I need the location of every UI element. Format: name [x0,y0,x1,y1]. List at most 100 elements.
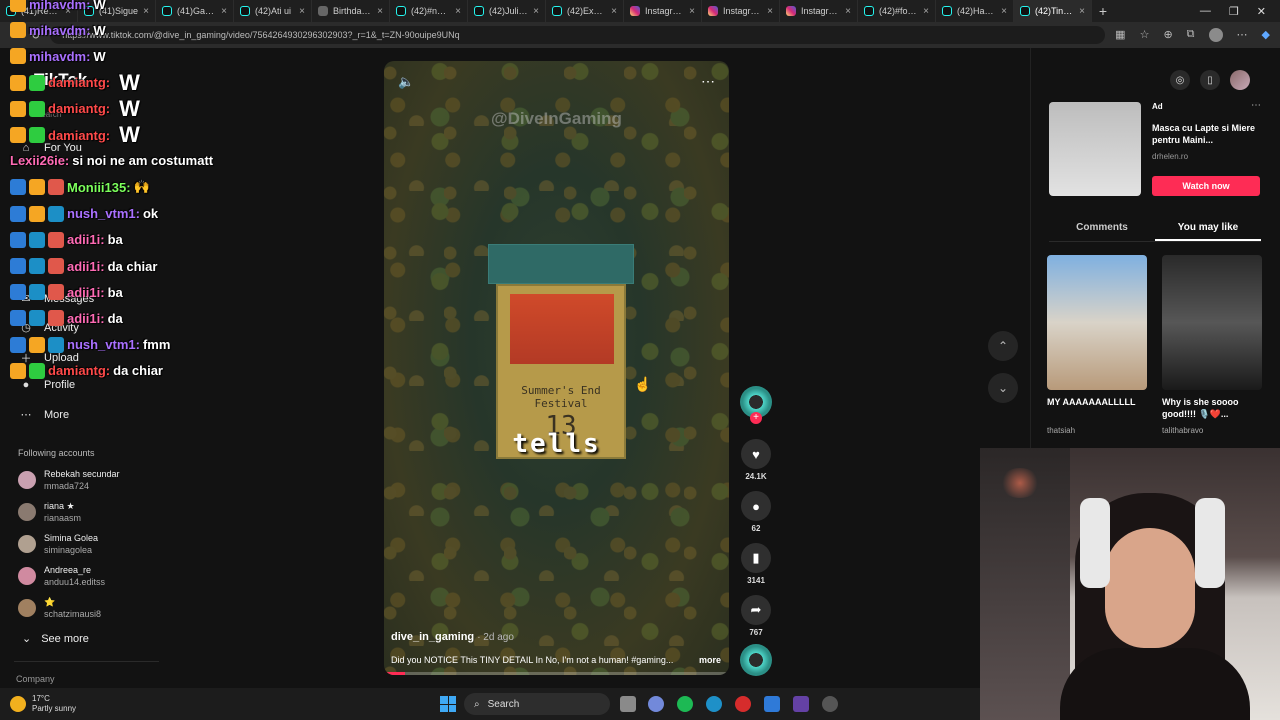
ad-title[interactable]: Masca cu Lapte si Miere pentru Maini... [1152,122,1262,146]
minimize-icon[interactable]: — [1200,5,1211,18]
creator-avatar-button[interactable]: + [738,386,774,424]
recommended-video[interactable]: Why is she soooo good!!!! 🎙️❤️... talith… [1162,255,1262,435]
bookmark-icon[interactable]: ▮ [741,543,771,573]
settings-icon[interactable] [822,696,838,712]
comment-icon[interactable]: ● [741,491,771,521]
close-tab-icon[interactable]: × [689,6,695,17]
favorite-icon[interactable]: ☆ [1140,28,1150,42]
maximize-icon[interactable]: ❐ [1229,5,1239,18]
author-name[interactable]: dive_in_gaming [391,631,474,643]
following-account[interactable]: riana ★ rianaasm [18,500,81,524]
close-tab-icon[interactable]: × [377,6,383,17]
comment-button[interactable]: ● 62 [738,491,774,533]
tab-comments[interactable]: Comments [1049,216,1155,241]
avatar[interactable] [18,599,36,617]
creator-avatar[interactable]: + [740,386,772,424]
video-author[interactable]: dive_in_gaming · 2d ago [391,631,514,643]
browser-tab[interactable]: Instagram × [780,0,858,22]
share-button[interactable]: ➦ 767 [738,595,774,637]
browser-tab[interactable]: (42)Tiny D × [1014,0,1092,22]
previous-video-button[interactable]: ⌃ [988,331,1018,361]
twitch-icon[interactable] [793,696,809,712]
tab-you-may-like[interactable]: You may like [1155,216,1261,241]
profile-avatar[interactable] [1208,28,1223,42]
store-icon[interactable] [764,696,780,712]
description-more-link[interactable]: more [699,655,721,665]
recommended-video[interactable]: MY AAAAAAALLLLL thatsiah [1047,255,1147,435]
like-button[interactable]: ♥ 24.1K [738,439,774,481]
avatar[interactable] [18,503,36,521]
recommended-title[interactable]: MY AAAAAAALLLLL [1047,396,1147,422]
coin-icon[interactable]: ◎ [1170,70,1190,90]
share-icon[interactable]: ➦ [741,595,771,625]
taskbar-search[interactable]: ⌕ Search [464,693,610,715]
discord-icon[interactable] [648,696,664,712]
windows-start-icon[interactable] [440,696,456,712]
chat-username: damiantg: [48,75,111,91]
save-button[interactable]: ▮ 3141 [738,543,774,585]
close-tab-icon[interactable]: × [299,6,305,17]
following-account[interactable]: Rebekah secundar mmada724 [18,468,120,492]
browser-tab[interactable]: (42)Explor × [546,0,624,22]
close-tab-icon[interactable]: × [611,6,617,17]
close-tab-icon[interactable]: × [767,6,773,17]
browser-tab[interactable]: (42)#noim × [390,0,468,22]
close-tab-icon[interactable]: × [533,6,539,17]
company-link[interactable]: Company [16,674,55,684]
recommended-thumbnail[interactable] [1047,255,1147,390]
browser-tab[interactable]: (42)Happy × [936,0,1014,22]
video-options-icon[interactable]: ⋯ [701,73,715,90]
next-video-button[interactable]: ⌄ [988,373,1018,403]
recorder-icon[interactable] [735,696,751,712]
video-progress-bar[interactable] [384,672,729,675]
nav-item-more[interactable]: ⋯ More [18,408,70,422]
video-player[interactable]: @DiveInGaming Summer's End Festival 13 te… [384,61,729,675]
see-more-button[interactable]: ⌄ See more [22,632,89,646]
avatar[interactable] [18,535,36,553]
following-account[interactable]: ⭐ schatzimausi8 [18,596,101,620]
device-icon[interactable]: ▯ [1200,70,1220,90]
reader-icon[interactable]: ▦ [1115,28,1125,42]
following-account[interactable]: Andreea_re anduu14.editss [18,564,105,588]
collections-icon[interactable]: ⧉ [1187,28,1195,42]
sound-disc-icon[interactable] [740,644,772,676]
close-tab-icon[interactable]: × [845,6,851,17]
ad-options-icon[interactable]: ⋯ [1251,100,1261,111]
browser-tab[interactable]: Instagram × [702,0,780,22]
user-avatar[interactable] [1230,70,1250,90]
volume-icon[interactable]: 🔈 [398,74,414,90]
close-tab-icon[interactable]: × [923,6,929,17]
close-tab-icon[interactable]: × [1001,6,1007,17]
heart-icon[interactable]: ♥ [741,439,771,469]
tiktok-favicon-icon [1020,6,1030,16]
recommended-user[interactable]: talithabravo [1162,426,1262,435]
nav-item-profile[interactable]: ● Profile [18,379,76,391]
spotify-icon[interactable] [677,696,693,712]
watch-now-button[interactable]: Watch now [1152,176,1260,196]
ad-thumbnail[interactable] [1049,102,1141,196]
menu-icon[interactable]: ⋯ [1237,28,1248,42]
browser-tab[interactable]: Birthday P × [312,0,390,22]
avatar[interactable] [18,471,36,489]
recommended-title[interactable]: Why is she soooo good!!!! 🎙️❤️... [1162,396,1262,422]
avatar[interactable] [18,567,36,585]
extensions-icon[interactable]: ⊕ [1163,28,1172,42]
close-tab-icon[interactable]: × [455,6,461,17]
new-tab-button[interactable]: + [1092,3,1114,19]
following-account[interactable]: Simina Golea siminagolea [18,532,98,556]
task-view-icon[interactable] [620,696,636,712]
ad-card[interactable]: Ad ⋯ Masca cu Lapte si Miere pentru Main… [1049,100,1261,200]
browser-tab[interactable]: (42)#foryo × [858,0,936,22]
poster-title: Summer's End Festival [498,384,624,410]
copilot-icon[interactable]: ◆ [1262,28,1270,42]
edge-icon[interactable] [706,696,722,712]
recommended-user[interactable]: thatsiah [1047,426,1147,435]
browser-tab[interactable]: (42)Julissa × [468,0,546,22]
follow-plus-icon[interactable]: + [750,412,762,424]
weather-widget[interactable]: 17°C Partly sunny [10,694,76,714]
close-window-icon[interactable]: ✕ [1257,5,1266,18]
sound-disc-button[interactable] [738,644,774,676]
close-tab-icon[interactable]: × [1079,6,1085,17]
recommended-thumbnail[interactable] [1162,255,1262,390]
browser-tab[interactable]: Instagram × [624,0,702,22]
